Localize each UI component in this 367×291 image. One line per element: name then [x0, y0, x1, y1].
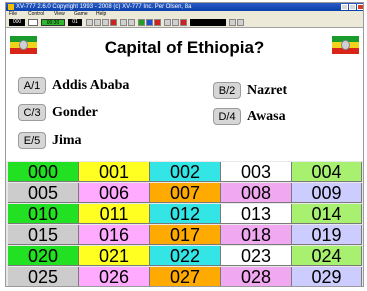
player-cell[interactable]: 006 — [79, 183, 150, 203]
player-cell[interactable]: 019 — [292, 225, 362, 245]
player-cell[interactable]: 023 — [221, 246, 292, 266]
player-grid: 000 001 002 003 004 005 006 007 008 009 … — [6, 161, 363, 286]
pause-icon[interactable] — [102, 19, 109, 26]
forward-icon[interactable] — [229, 19, 236, 26]
grid-row: 005 006 007 008 009 — [8, 183, 362, 203]
answer-text: Addis Ababa — [52, 78, 130, 93]
menu-view[interactable]: View — [54, 11, 65, 18]
close-button[interactable] — [357, 4, 363, 10]
player-cell[interactable]: 009 — [292, 183, 362, 203]
player-cell[interactable]: 018 — [221, 225, 292, 245]
grid-row: 015 016 017 018 019 — [8, 225, 362, 245]
grid-row: 010 011 012 013 014 — [8, 204, 362, 224]
player-cell[interactable]: 025 — [8, 267, 79, 286]
cancel-icon[interactable] — [154, 19, 161, 26]
question-panel: Capital of Ethiopia? A/1 Addis Ababa B/2… — [6, 28, 363, 161]
answer-text: Jima — [52, 133, 82, 148]
rewind-icon[interactable] — [86, 19, 93, 26]
player-cell[interactable]: 012 — [150, 204, 221, 224]
app-icon — [8, 4, 14, 10]
grid-row: 020 021 022 023 024 — [8, 246, 362, 266]
grid-row: 025 026 027 028 029 — [8, 267, 362, 286]
player-cell[interactable]: 000 — [8, 162, 79, 182]
minimize-button[interactable] — [341, 4, 348, 10]
end-icon[interactable] — [237, 19, 244, 26]
player-cell[interactable]: 017 — [150, 225, 221, 245]
next-icon[interactable] — [128, 19, 135, 26]
answer-key[interactable]: C/3 — [18, 104, 46, 121]
player-cell[interactable]: 008 — [221, 183, 292, 203]
title-bar: XV-777 2.6.0 Copyright 1993 - 2008 (c) X… — [6, 3, 363, 11]
menu-help[interactable]: Help — [96, 11, 106, 18]
player-cell[interactable]: 028 — [221, 267, 292, 286]
sound-icon[interactable] — [172, 19, 179, 26]
answer-key[interactable]: E/5 — [18, 132, 46, 149]
menu-file[interactable]: File — [9, 11, 17, 18]
player-cell[interactable]: 010 — [8, 204, 79, 224]
app-window: XV-777 2.6.0 Copyright 1993 - 2008 (c) X… — [5, 2, 364, 287]
menu-control[interactable]: Control — [28, 11, 44, 18]
toolbar: 000 00:30 01 — [6, 18, 363, 28]
round-field: 01 — [68, 19, 82, 26]
timer-field: 00:30 — [41, 19, 65, 26]
player-cell[interactable]: 004 — [292, 162, 362, 182]
player-cell[interactable]: 016 — [79, 225, 150, 245]
menu-game[interactable]: Game — [74, 11, 88, 18]
answer-text: Awasa — [247, 109, 286, 124]
question-title: Capital of Ethiopia? — [104, 38, 265, 57]
menu-bar: File Control View Game Help — [6, 11, 363, 18]
player-cell[interactable]: 024 — [292, 246, 362, 266]
player-cell[interactable]: 001 — [79, 162, 150, 182]
player-cell[interactable]: 013 — [221, 204, 292, 224]
player-cell[interactable]: 026 — [79, 267, 150, 286]
player-cell[interactable]: 027 — [150, 267, 221, 286]
maximize-button[interactable] — [349, 4, 356, 10]
stop-icon[interactable] — [110, 19, 117, 26]
player-cell[interactable]: 022 — [150, 246, 221, 266]
grid-row: 000 001 002 003 004 — [8, 162, 362, 182]
score-field: 000 — [9, 19, 25, 26]
answer-key[interactable]: B/2 — [213, 82, 241, 99]
player-cell[interactable]: 029 — [292, 267, 362, 286]
progress-bar — [190, 19, 226, 26]
player-cell[interactable]: 002 — [150, 162, 221, 182]
window-title: XV-777 2.6.0 Copyright 1993 - 2008 (c) X… — [16, 4, 192, 10]
player-cell[interactable]: 007 — [150, 183, 221, 203]
player-cell[interactable]: 014 — [292, 204, 362, 224]
player-cell[interactable]: 011 — [79, 204, 150, 224]
prev-icon[interactable] — [120, 19, 127, 26]
player-cell[interactable]: 015 — [8, 225, 79, 245]
status-field — [28, 19, 38, 26]
player-cell[interactable]: 021 — [79, 246, 150, 266]
player-cell[interactable]: 003 — [221, 162, 292, 182]
answer-text: Gonder — [52, 105, 98, 120]
answer-text: Nazret — [247, 83, 288, 98]
check-icon[interactable] — [138, 19, 145, 26]
record-icon[interactable] — [180, 19, 187, 26]
answer-key[interactable]: A/1 — [18, 77, 46, 94]
player-cell[interactable]: 020 — [8, 246, 79, 266]
player-cell[interactable]: 005 — [8, 183, 79, 203]
settings-icon[interactable] — [146, 19, 153, 26]
play-icon[interactable] — [94, 19, 101, 26]
answer-key[interactable]: D/4 — [213, 108, 241, 125]
flag-icon[interactable] — [164, 19, 171, 26]
